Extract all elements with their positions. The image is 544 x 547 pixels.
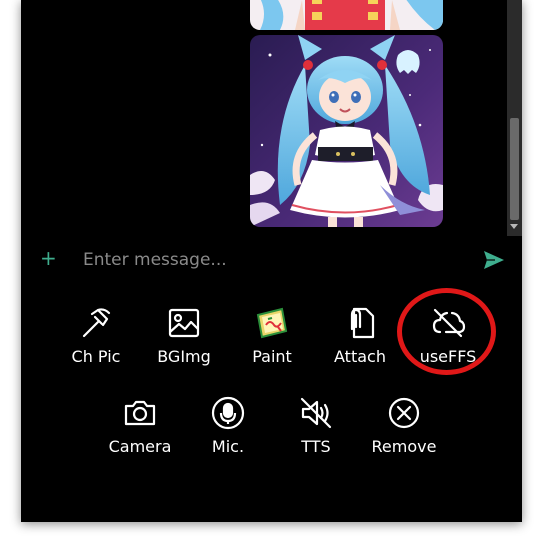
camera-label: Camera [108, 437, 172, 456]
message-composer: + [21, 240, 522, 280]
change-picture-button[interactable]: Ch Pic [52, 305, 140, 379]
paint-icon [254, 305, 290, 341]
microphone-icon [210, 395, 246, 431]
send-icon[interactable] [483, 250, 505, 270]
background-image-button[interactable]: BGImg [140, 305, 228, 379]
change-picture-label: Ch Pic [71, 347, 121, 366]
microphone-button[interactable]: Mic. [184, 395, 272, 469]
attach-icon [342, 305, 378, 341]
hammer-icon [78, 305, 114, 341]
remove-button[interactable]: Remove [360, 395, 448, 469]
microphone-label: Mic. [211, 437, 245, 456]
remove-label: Remove [371, 437, 437, 456]
anime-catgirl-image [250, 35, 443, 227]
image-message-top[interactable] [250, 0, 443, 30]
plus-icon[interactable]: + [40, 246, 57, 270]
anime-girl-image-partial [250, 0, 443, 30]
cloud-off-icon [430, 305, 466, 341]
tts-label: TTS [301, 437, 331, 456]
use-ffs-label: useFFS [419, 347, 477, 366]
chat-app-window: + Ch Pic BGImg [21, 0, 522, 522]
remove-icon [386, 395, 422, 431]
chat-history[interactable] [21, 0, 522, 236]
image-icon [166, 305, 202, 341]
image-message[interactable] [250, 35, 443, 227]
tts-button[interactable]: TTS [272, 395, 360, 469]
chat-scrollbar[interactable] [507, 0, 522, 236]
scroll-down-arrow-icon[interactable] [510, 224, 518, 229]
attach-label: Attach [334, 347, 386, 366]
use-ffs-button[interactable]: useFFS [404, 305, 492, 379]
camera-icon [122, 395, 158, 431]
background-image-label: BGImg [157, 347, 211, 366]
attach-button[interactable]: Attach [316, 305, 404, 379]
camera-button[interactable]: Camera [96, 395, 184, 469]
paint-label: Paint [252, 347, 292, 366]
scrollbar-thumb[interactable] [510, 118, 519, 220]
paint-button[interactable]: Paint [228, 305, 316, 379]
volume-mute-icon [298, 395, 334, 431]
message-input[interactable] [83, 245, 463, 275]
